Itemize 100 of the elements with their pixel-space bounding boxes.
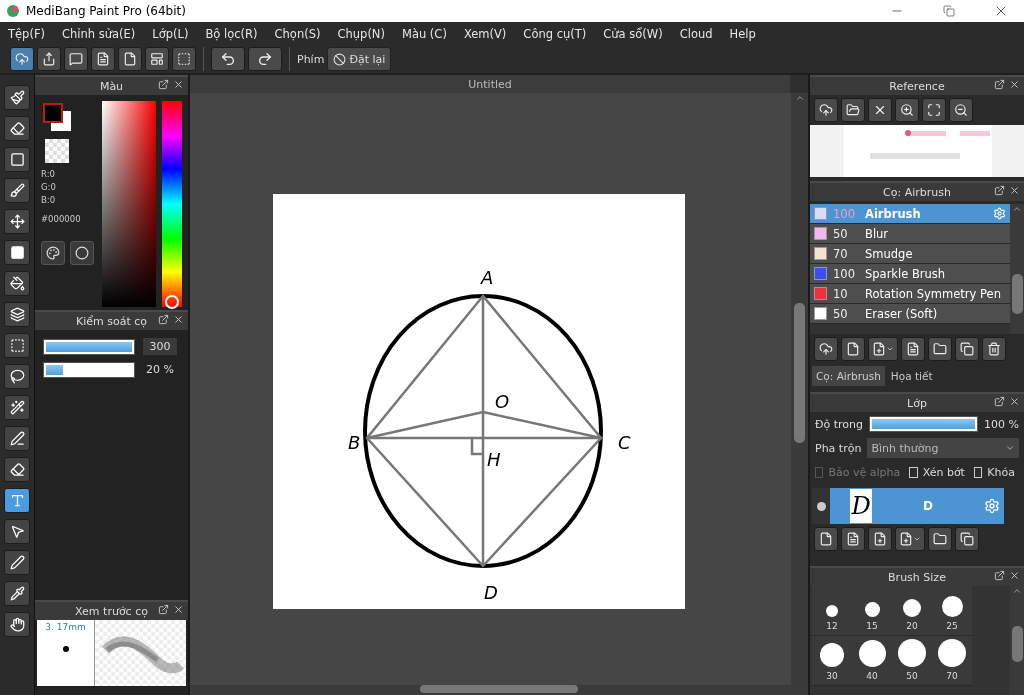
text-icon xyxy=(9,493,25,508)
brush-tool-button[interactable] xyxy=(4,85,30,110)
menu-item[interactable]: Bộ lọc(R) xyxy=(205,26,258,41)
menu-item[interactable]: Màu (C) xyxy=(401,26,447,41)
document-button[interactable] xyxy=(91,47,115,71)
zoom-out-button[interactable] xyxy=(949,98,973,122)
eyedropper-tool-button[interactable] xyxy=(4,581,30,606)
vertical-scrollbar[interactable] xyxy=(1010,204,1024,334)
new-layer-button[interactable] xyxy=(841,527,865,551)
redo-button[interactable] xyxy=(248,47,282,71)
close-button[interactable] xyxy=(868,98,892,122)
dashed-square-tool-button[interactable] xyxy=(4,333,30,358)
square-tool-button[interactable] xyxy=(4,147,30,172)
checkbox-label: Xén bớt xyxy=(922,465,965,479)
menu-item[interactable]: Lớp(L) xyxy=(152,26,189,41)
saturation-value-picker[interactable] xyxy=(101,101,157,307)
move-tool-button[interactable] xyxy=(4,209,30,234)
brush-size-item[interactable]: 70 xyxy=(932,636,972,686)
brush-slider[interactable] xyxy=(43,361,135,378)
brush-size-item[interactable]: 25 xyxy=(932,586,972,636)
folder-button[interactable] xyxy=(928,527,952,551)
new-layer-button[interactable] xyxy=(814,527,838,551)
brush-item[interactable]: 10 Rotation Symmetry Pen xyxy=(810,284,1010,304)
open-folder-button[interactable] xyxy=(841,98,865,122)
brush-size-item[interactable]: 30 xyxy=(812,636,852,686)
brush-size-item[interactable]: 15 xyxy=(852,586,892,636)
panel-tab[interactable]: Họa tiết xyxy=(886,366,937,386)
upload-button[interactable] xyxy=(814,337,838,361)
add-brush-button[interactable] xyxy=(868,337,898,361)
menu-item[interactable]: Tệp(F) xyxy=(8,26,45,41)
layer-item[interactable]: D D xyxy=(812,488,1004,524)
slider-value: 20 % xyxy=(145,362,175,378)
share-button[interactable] xyxy=(37,47,61,71)
upload-button[interactable] xyxy=(814,98,838,122)
vertical-scrollbar[interactable] xyxy=(791,93,808,685)
scrollbar-thumb[interactable] xyxy=(794,303,805,443)
fit-button[interactable] xyxy=(922,98,946,122)
filled-square-icon xyxy=(9,245,25,260)
document-button[interactable] xyxy=(901,337,925,361)
pen-line-tool-button[interactable] xyxy=(4,426,30,451)
horizontal-scrollbar[interactable] xyxy=(190,685,808,695)
pointer-tool-button[interactable] xyxy=(4,519,30,544)
copy-button[interactable] xyxy=(955,337,979,361)
pen-tool-button[interactable] xyxy=(4,550,30,575)
eraser-icon xyxy=(9,121,25,136)
brush-item[interactable]: 100 Sparkle Brush xyxy=(810,264,1010,284)
size-label: 40 xyxy=(866,671,878,681)
scrollbar-thumb[interactable] xyxy=(420,685,578,693)
palette-button[interactable] xyxy=(41,241,65,265)
text-tool-button[interactable] xyxy=(4,488,30,513)
grid-button[interactable] xyxy=(172,47,196,71)
panel-tab[interactable]: Cọ: Airbrush xyxy=(812,366,885,386)
menu-item[interactable]: Chỉnh sửa(E) xyxy=(62,26,136,41)
delete-button[interactable] xyxy=(982,337,1006,361)
brush-tool-button[interactable] xyxy=(4,178,30,203)
filled-square-tool-button[interactable] xyxy=(4,240,30,265)
layers-tool-button[interactable] xyxy=(4,302,30,327)
undo-button[interactable] xyxy=(211,47,245,71)
brush-size-item[interactable]: 20 xyxy=(892,586,932,636)
eraser-tool-button[interactable] xyxy=(4,116,30,141)
menu-item[interactable]: Công cụ(T) xyxy=(523,26,587,41)
brush-size-item[interactable]: 50 xyxy=(892,636,932,686)
zoom-in-button[interactable] xyxy=(895,98,919,122)
brush-item[interactable]: 50 Eraser (Soft) xyxy=(810,304,1010,324)
paint-bucket-tool-button[interactable] xyxy=(4,271,30,296)
brush-item[interactable]: 70 Smudge xyxy=(810,244,1010,264)
menu-item[interactable]: Chụp(N) xyxy=(337,26,385,41)
scrollbar-thumb[interactable] xyxy=(1011,274,1023,314)
menu-item[interactable]: Xem(V) xyxy=(463,26,507,41)
document-tab[interactable]: Untitled xyxy=(190,75,790,93)
hand-tool-button[interactable] xyxy=(4,612,30,637)
copy-icon xyxy=(960,532,974,546)
brush-size-item[interactable]: 12 xyxy=(812,586,852,636)
add-layer-button[interactable] xyxy=(895,527,925,551)
magic-wand-tool-button[interactable] xyxy=(4,395,30,420)
brush-size-item[interactable]: 40 xyxy=(852,636,892,686)
vertical-scrollbar[interactable] xyxy=(1010,586,1024,695)
eraser-tool-button[interactable] xyxy=(4,457,30,482)
reset-button[interactable]: Đặt lại xyxy=(327,47,392,71)
layout-button[interactable] xyxy=(145,47,169,71)
scrollbar-thumb[interactable] xyxy=(1011,626,1023,662)
menu-item[interactable]: Chọn(S) xyxy=(274,26,321,41)
brush-item[interactable]: 50 Blur xyxy=(810,224,1010,244)
add-layer-button[interactable] xyxy=(868,527,892,551)
share-icon xyxy=(42,52,56,66)
brush-tip-dot xyxy=(62,646,69,652)
page-button[interactable] xyxy=(118,47,142,71)
transparent-swatch[interactable] xyxy=(45,139,69,163)
copy-button[interactable] xyxy=(955,527,979,551)
lasso-tool-button[interactable] xyxy=(4,364,30,389)
menu-item[interactable]: Help xyxy=(729,26,756,41)
new-file-button[interactable] xyxy=(841,337,865,361)
color-picker-button[interactable] xyxy=(70,241,94,265)
menu-item[interactable]: Cloud xyxy=(679,26,713,41)
comment-button[interactable] xyxy=(64,47,88,71)
menu-item[interactable]: Cửa sổ(W) xyxy=(603,26,663,41)
cloud-upload-button[interactable] xyxy=(10,47,34,71)
blend-mode-dropdown[interactable]: Bình thường xyxy=(867,438,1019,458)
visibility-toggle[interactable] xyxy=(816,501,826,511)
folder-button[interactable] xyxy=(928,337,952,361)
